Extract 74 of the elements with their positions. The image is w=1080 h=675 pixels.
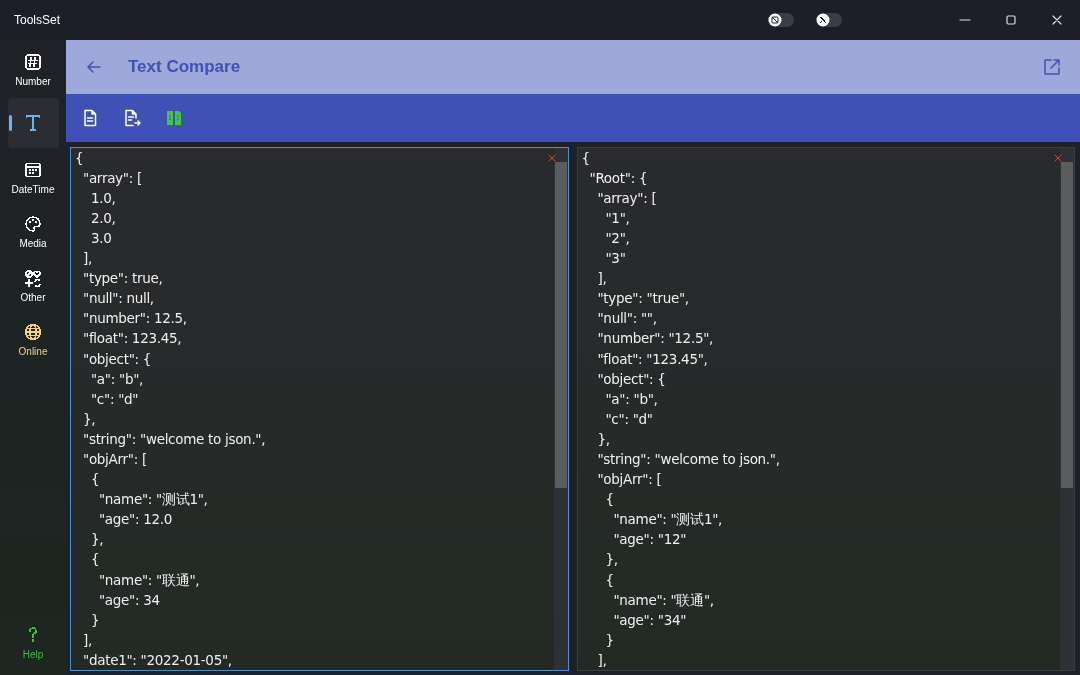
toggle-switch[interactable] bbox=[768, 13, 794, 27]
code-line: "Root": { bbox=[588, 168, 649, 188]
code-line: "null": null, bbox=[81, 289, 155, 309]
code-line: "name": "联通", bbox=[612, 590, 715, 610]
code-line: "age": 12.0 bbox=[97, 510, 174, 530]
app-title: ToolsSet bbox=[14, 13, 61, 27]
code-line: "type": true, bbox=[81, 269, 164, 289]
maximize-icon bbox=[1003, 12, 1019, 28]
code-line: "age": "12" bbox=[612, 530, 688, 550]
sidebar-item[interactable]: Online bbox=[7, 314, 59, 364]
code-line: "age": "34" bbox=[612, 610, 688, 630]
code-line: 3.0 bbox=[89, 228, 113, 248]
code-line: }, bbox=[81, 409, 97, 429]
code-line: "c": "d" bbox=[604, 409, 654, 429]
code-line: ], bbox=[81, 630, 93, 650]
code-line: "string": "welcome to json.", bbox=[596, 449, 781, 469]
code-line: "object": { bbox=[596, 369, 667, 389]
code-line: "array": [ bbox=[596, 188, 658, 208]
sidebar-item[interactable]: Number bbox=[7, 44, 59, 94]
code-line: ], bbox=[81, 249, 93, 269]
scrollbar[interactable] bbox=[553, 147, 568, 670]
selection-indicator bbox=[8, 115, 12, 131]
help-item[interactable]: Help bbox=[7, 617, 59, 667]
code-line: { bbox=[604, 490, 615, 510]
code-line: "float": "123.45", bbox=[596, 349, 709, 369]
code-line: { bbox=[75, 148, 85, 168]
code-line: }, bbox=[89, 530, 105, 550]
code-line: "number": "12.5", bbox=[596, 329, 715, 349]
code-line: "objArr": [ bbox=[596, 470, 663, 490]
text-editor[interactable] bbox=[576, 146, 1075, 671]
code-line: "1", bbox=[604, 208, 631, 228]
code-line: "3" bbox=[604, 249, 627, 269]
code-line: "number": 12.5, bbox=[81, 309, 188, 329]
sidebar-item[interactable]: Other bbox=[7, 260, 59, 310]
sidebar-item[interactable] bbox=[7, 98, 59, 148]
code-line: { bbox=[604, 570, 615, 590]
code-line: { bbox=[581, 148, 591, 168]
code-line: } bbox=[89, 610, 101, 630]
code-line: "object": { bbox=[81, 349, 153, 369]
toolbar-button[interactable] bbox=[122, 107, 142, 128]
code-line: "age": 34 bbox=[97, 590, 161, 610]
code-line: "array": [ bbox=[81, 168, 143, 188]
code-line: ], bbox=[596, 269, 608, 289]
code-line: "name": "测试1", bbox=[97, 490, 209, 510]
code-line: "a": "b", bbox=[604, 389, 659, 409]
code-line: }, bbox=[604, 550, 619, 570]
code-line: "2", bbox=[604, 228, 631, 248]
open-external-button[interactable] bbox=[1042, 56, 1062, 77]
code-line: "c": "d" bbox=[89, 389, 140, 409]
code-line: { bbox=[89, 470, 101, 490]
code-line: "objArr": [ bbox=[81, 449, 148, 469]
minimize-icon bbox=[959, 19, 971, 21]
code-line: "type": "true", bbox=[596, 289, 690, 309]
code-line: { bbox=[89, 550, 101, 570]
code-line: "name": "测试1", bbox=[612, 510, 724, 530]
open-external-icon bbox=[1042, 56, 1062, 77]
code-line: "date1": "2022-01-05", bbox=[81, 650, 233, 670]
code-line: "string": "welcome to json.", bbox=[81, 429, 267, 449]
document-arrow-icon bbox=[122, 107, 142, 128]
code-line: ], bbox=[596, 650, 608, 670]
sidebar-item[interactable]: Media bbox=[7, 206, 59, 256]
code-line: "a": "b", bbox=[89, 369, 145, 389]
code-line: "name": "联通", bbox=[97, 570, 201, 590]
scrollbar[interactable] bbox=[1060, 147, 1074, 670]
code-line: } bbox=[604, 630, 615, 650]
code-line: }, bbox=[596, 429, 611, 449]
code-line: "null": "", bbox=[596, 309, 658, 329]
page-title: Text Compare bbox=[128, 56, 241, 77]
toggle-switch[interactable] bbox=[816, 13, 842, 27]
code-line: 2.0, bbox=[89, 208, 117, 228]
sidebar-item[interactable]: DateTime bbox=[7, 152, 59, 202]
code-line: "float": 123.45, bbox=[81, 329, 183, 349]
text-editor[interactable] bbox=[70, 146, 569, 671]
code-line: 1.0, bbox=[89, 188, 117, 208]
